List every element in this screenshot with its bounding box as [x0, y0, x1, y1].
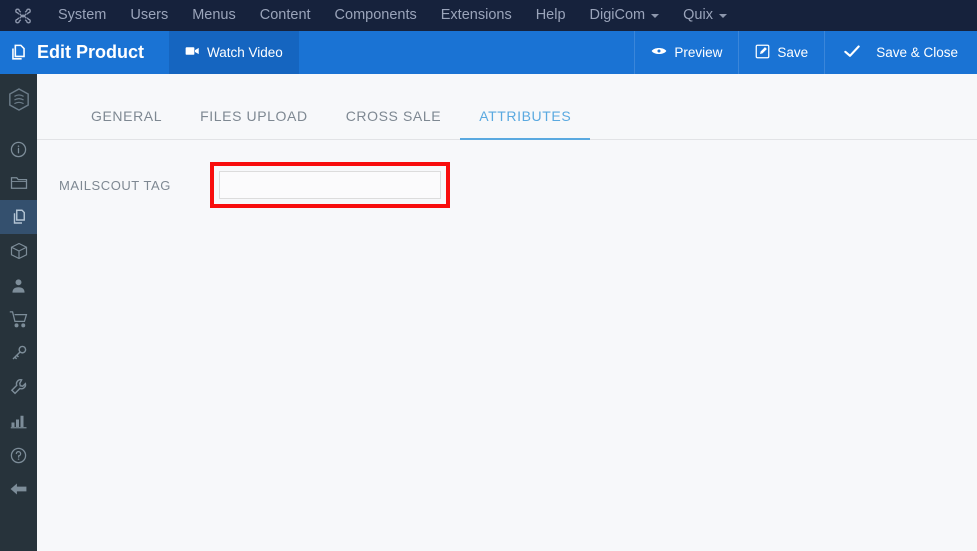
sidebar-item-orders[interactable]	[0, 302, 37, 336]
tab-files-upload[interactable]: FILES UPLOAD	[181, 108, 327, 140]
sidebar-item-customers[interactable]	[0, 268, 37, 302]
nav-item-extensions[interactable]: Extensions	[429, 0, 524, 31]
sidebar-item-info[interactable]	[0, 132, 37, 166]
left-sidebar	[0, 74, 37, 551]
mailscout-tag-input[interactable]	[219, 171, 441, 199]
video-camera-icon	[185, 45, 200, 60]
nav-item-system[interactable]: System	[46, 0, 118, 31]
editor-toolbar: Edit Product Watch Video Preview Save Sa…	[0, 31, 977, 74]
top-navigation-bar: System Users Menus Content Components Ex…	[0, 0, 977, 31]
tab-attributes[interactable]: ATTRIBUTES	[460, 108, 591, 140]
save-label: Save	[777, 45, 809, 60]
sidebar-item-back[interactable]	[0, 472, 37, 506]
joomla-logo-icon[interactable]	[0, 7, 46, 25]
copy-pages-icon	[0, 31, 37, 74]
chevron-down-icon	[651, 13, 660, 18]
tab-general[interactable]: GENERAL	[72, 108, 181, 140]
nav-item-users[interactable]: Users	[118, 0, 180, 31]
nav-item-digicom-label: DigiCom	[589, 7, 646, 23]
save-and-close-button[interactable]: Save & Close	[825, 31, 977, 74]
nav-item-quix-label: Quix	[683, 7, 713, 23]
sidebar-item-reports[interactable]	[0, 404, 37, 438]
sidebar-item-tools[interactable]	[0, 370, 37, 404]
page-title: Edit Product	[37, 42, 144, 62]
tab-bar: GENERAL FILES UPLOAD CROSS SALE ATTRIBUT…	[37, 74, 977, 140]
sidebar-item-dashboard[interactable]	[0, 80, 37, 120]
attributes-form: MAILSCOUT TAG	[37, 140, 977, 208]
mailscout-tag-label: MAILSCOUT TAG	[59, 177, 171, 193]
chevron-down-icon	[718, 13, 727, 18]
sidebar-item-products[interactable]	[0, 200, 37, 234]
sidebar-item-help[interactable]	[0, 438, 37, 472]
nav-item-menus[interactable]: Menus	[180, 0, 248, 31]
main-content-area: GENERAL FILES UPLOAD CROSS SALE ATTRIBUT…	[37, 74, 977, 551]
preview-button[interactable]: Preview	[635, 31, 738, 74]
check-icon	[844, 44, 860, 61]
mailscout-tag-row: MAILSCOUT TAG	[37, 162, 977, 208]
nav-item-help[interactable]: Help	[524, 0, 578, 31]
nav-item-components[interactable]: Components	[323, 0, 429, 31]
watch-video-button[interactable]: Watch Video	[169, 31, 299, 74]
eye-icon	[651, 45, 667, 60]
nav-item-content[interactable]: Content	[248, 0, 323, 31]
tab-cross-sale[interactable]: CROSS SALE	[327, 108, 460, 140]
nav-item-quix[interactable]: Quix	[671, 0, 739, 31]
watch-video-label: Watch Video	[207, 45, 283, 60]
nav-item-digicom[interactable]: DigiCom	[578, 0, 672, 31]
save-and-close-label: Save & Close	[876, 45, 958, 60]
sidebar-item-licenses[interactable]	[0, 336, 37, 370]
preview-label: Preview	[674, 45, 723, 60]
sidebar-item-categories[interactable]	[0, 166, 37, 200]
edit-pencil-icon	[755, 44, 770, 62]
save-button[interactable]: Save	[739, 31, 824, 74]
sidebar-item-packages[interactable]	[0, 234, 37, 268]
highlight-annotation-box	[210, 162, 450, 208]
